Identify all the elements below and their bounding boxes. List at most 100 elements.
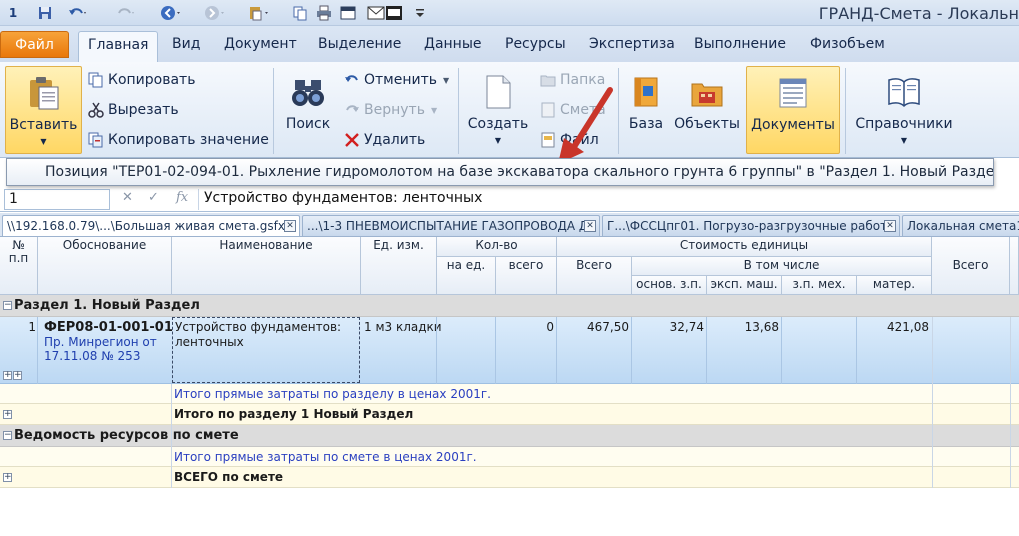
tab-selection[interactable]: Выделение <box>318 36 401 52</box>
row-material: 421,08 <box>887 320 929 334</box>
redo-dropdown-icon: ▼ <box>430 105 438 115</box>
tab-document[interactable]: Документ <box>224 36 297 52</box>
cell-reference-box[interactable]: 1 <box>4 189 110 210</box>
references-button[interactable]: Справочники ▼ <box>852 66 956 154</box>
close-icon[interactable]: ✕ <box>884 220 896 232</box>
back-icon[interactable] <box>158 3 184 22</box>
section-direct-costs-row[interactable]: Итого прямые затраты по разделу в ценах … <box>0 384 1019 404</box>
undo-arrow-icon <box>345 75 358 82</box>
paste-dropdown-icon: ▼ <box>40 137 47 146</box>
create-dropdown-icon: ▼ <box>494 136 502 145</box>
estimate-grid: № п.п Обоснование Наименование Ед. изм. … <box>0 237 1019 536</box>
ribbon: Вставить ▼ Копировать Вырезать Копироват… <box>0 62 1019 164</box>
create-button[interactable]: Создать ▼ <box>466 66 530 154</box>
col-header-material: матер. <box>857 276 932 295</box>
redo-arrow-icon <box>346 105 359 112</box>
new-document-icon <box>486 75 511 109</box>
function-icon[interactable]: fx <box>176 190 188 205</box>
objects-button[interactable]: Объекты <box>672 66 742 154</box>
col-header-unit: Ед. изм. <box>361 237 437 295</box>
base-button[interactable]: База <box>624 66 668 154</box>
pdf-icon[interactable] <box>384 3 404 22</box>
row-unit: 1 м3 кладки <box>364 320 442 334</box>
doc-tab-big-live-estimate[interactable]: \\192.168.0.79\...\Большая живая смета.g… <box>2 215 300 236</box>
row-source-link[interactable]: Пр. Минрегион от 17.11.08 № 253 <box>44 335 157 363</box>
grand-total-row[interactable]: + ВСЕГО по смете <box>0 467 1019 488</box>
section-total-row[interactable]: + Итого по разделу 1 Новый Раздел <box>0 404 1019 425</box>
copy-value-button[interactable]: Копировать значение <box>88 132 269 148</box>
undo-button[interactable]: Отменить ▼ <box>344 72 449 88</box>
expand-icon[interactable]: + <box>3 410 12 419</box>
delete-x-icon <box>345 133 359 147</box>
tab-expertise[interactable]: Экспертиза <box>589 36 675 52</box>
paste-special-icon[interactable] <box>246 3 272 22</box>
formula-input[interactable]: Устройство фундаментов: ленточных <box>204 190 482 206</box>
customize-dropdown-icon[interactable] <box>410 3 430 22</box>
undo-icon[interactable] <box>64 3 90 22</box>
tab-physical-volume[interactable]: Физобъем <box>810 36 885 52</box>
cancel-icon[interactable]: ✕ <box>122 190 133 205</box>
references-dropdown-icon: ▼ <box>900 136 908 145</box>
window-title: ГРАНД-Смета - Локальн <box>818 4 1019 23</box>
documents-button[interactable]: Документы <box>746 66 840 154</box>
tab-home[interactable]: Главная <box>78 31 159 62</box>
col-header-machine: эксп. маш. <box>707 276 782 295</box>
close-icon[interactable]: ✕ <box>584 220 596 232</box>
documents-icon <box>779 78 807 108</box>
calendar-icon[interactable] <box>338 3 358 22</box>
col-header-qty-total: всего <box>496 257 557 295</box>
col-header-number: № п.п <box>0 237 38 295</box>
paste-button[interactable]: Вставить ▼ <box>5 66 82 154</box>
doc-tab-loading-works[interactable]: Г...\ФССЦпг01. Погрузо-разгрузочные рабо… <box>602 215 900 236</box>
delete-button[interactable]: Удалить <box>344 132 425 148</box>
copy-small-icon[interactable] <box>290 3 310 22</box>
clipboard-icon <box>29 77 58 110</box>
estimate-direct-costs-row[interactable]: Итого прямые затраты по смете в ценах 20… <box>0 447 1019 467</box>
save-icon[interactable] <box>36 3 54 22</box>
row-cost-total: 467,50 <box>587 320 629 334</box>
section-total-label: Итого по разделу 1 Новый Раздел <box>174 407 414 421</box>
row-qty-total: 0 <box>546 320 554 334</box>
copy-button[interactable]: Копировать <box>88 72 195 88</box>
expand-icon[interactable]: + <box>3 473 12 482</box>
resources-section-row[interactable]: − Ведомость ресурсов по смете <box>0 425 1019 447</box>
redo-icon[interactable] <box>112 3 138 22</box>
col-header-qty-per-unit: на ед. <box>437 257 496 295</box>
doc-tab-pneumatic-test[interactable]: ...\1-3 ПНЕВМОИСПЫТАНИЕ ГАЗОПРОВОДА Д ✕ <box>302 215 600 236</box>
tab-resources[interactable]: Ресурсы <box>505 36 566 52</box>
row-code: ФЕР08-01-001-01 <box>44 320 173 335</box>
tab-view[interactable]: Вид <box>172 36 200 52</box>
col-header-base-wage: основ. з.п. <box>632 276 707 295</box>
cut-button[interactable]: Вырезать <box>88 102 179 118</box>
undo-dropdown-icon: ▼ <box>443 75 450 85</box>
expand-icon[interactable]: + <box>13 371 22 380</box>
copy-value-icon <box>88 132 103 148</box>
tab-data[interactable]: Данные <box>424 36 482 52</box>
col-header-name: Наименование <box>172 237 361 295</box>
print-icon[interactable] <box>314 3 334 22</box>
table-row[interactable]: 1 ФЕР08-01-001-01 Пр. Минрегион от 17.11… <box>0 317 1019 384</box>
search-button[interactable]: Поиск <box>280 66 336 154</box>
forward-icon[interactable] <box>202 3 228 22</box>
tab-execution[interactable]: Выполнение <box>694 36 786 52</box>
document-tabs: \\192.168.0.79\...\Большая живая смета.g… <box>0 213 1019 237</box>
close-icon[interactable]: ✕ <box>284 220 296 232</box>
confirm-icon[interactable]: ✓ <box>148 190 159 205</box>
doc-tab-local-estimate[interactable]: Локальная смета1 <box>902 215 1019 236</box>
quick-access-counter[interactable]: 1 <box>4 3 22 22</box>
binoculars-icon <box>292 80 324 106</box>
collapse-icon[interactable]: − <box>3 301 12 310</box>
row-number: 1 <box>28 320 36 334</box>
expand-icon[interactable]: + <box>3 371 12 380</box>
tab-file[interactable]: Файл <box>0 31 69 58</box>
envelope-icon[interactable] <box>366 3 386 22</box>
section-row[interactable]: − Раздел 1. Новый Раздел <box>0 295 1019 317</box>
row-name[interactable]: Устройство фундаментов: ленточных <box>175 320 341 350</box>
redo-button: Вернуть ▼ <box>344 102 437 118</box>
scissors-icon <box>88 102 104 118</box>
section-direct-costs-label: Итого прямые затраты по разделу в ценах … <box>174 387 491 401</box>
title-bar: 1 ГРАНД-Смета - Локальн <box>0 0 1019 26</box>
col-header-including: В том числе <box>632 257 932 276</box>
col-header-basis: Обоснование <box>38 237 172 295</box>
collapse-icon[interactable]: − <box>3 431 12 440</box>
